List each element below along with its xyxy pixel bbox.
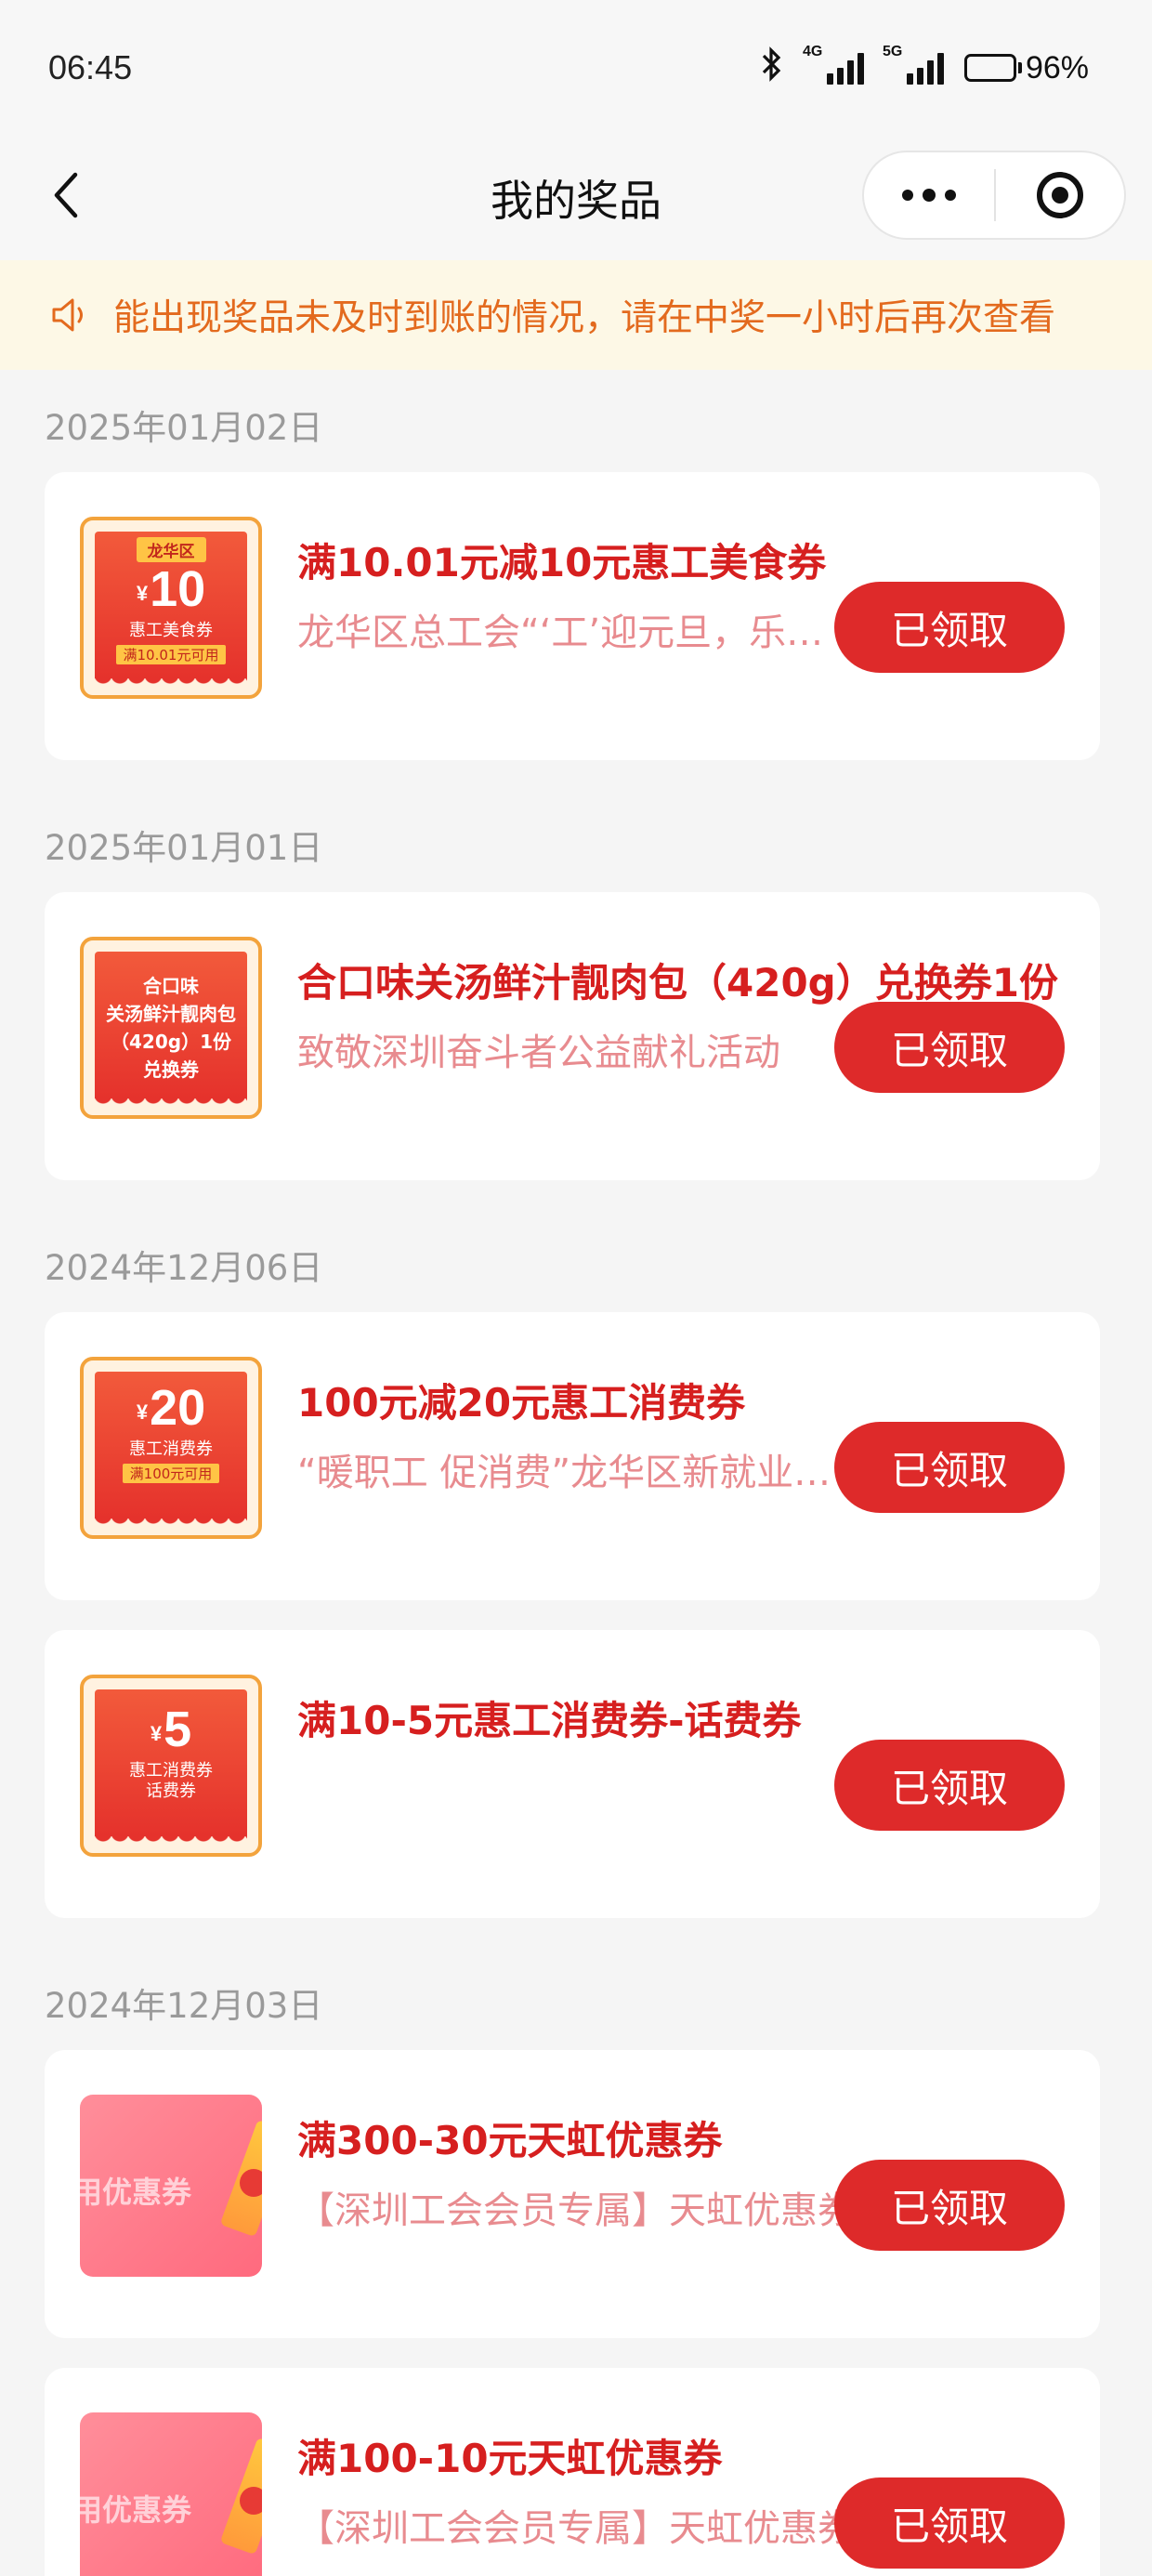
speaker-icon bbox=[50, 292, 97, 338]
notice-bar: 能出现奖品未及时到账的情况，请在中奖一小时后再次查看 bbox=[0, 260, 1152, 370]
coupon-amount: ¥20 bbox=[136, 1380, 206, 1436]
coupon-name-2: 话费券 bbox=[146, 1781, 196, 1801]
prize-title: 100元减20元惠工消费券 bbox=[297, 1380, 746, 1426]
prize-title: 满10-5元惠工消费券-话费券 bbox=[297, 1698, 802, 1743]
prize-title: 满100-10元天虹优惠券 bbox=[297, 2436, 723, 2481]
prize-title: 满10.01元减10元惠工美食券 bbox=[297, 540, 827, 585]
coupon-name: 惠工美食券 bbox=[129, 621, 213, 640]
prize-card[interactable]: 合口味 关汤鲜汁靓肉包 （420g）1份 兑换券 合口味关汤鲜汁靓肉包（420g… bbox=[45, 892, 1100, 1180]
coupon-image-text: 用优惠券 bbox=[80, 2492, 192, 2528]
prize-card[interactable]: 用优惠券 满300-30元天虹优惠券 【深圳工会会员专属】天虹优惠券 已领取 bbox=[45, 2050, 1100, 2338]
nav-bar: 我的奖品 bbox=[0, 139, 1152, 260]
coupon-tag: 龙华区 bbox=[136, 537, 206, 562]
prize-card[interactable]: ¥20 惠工消费券 满100元可用 100元减20元惠工消费券 “暖职工 促消费… bbox=[45, 1312, 1100, 1600]
coupon-thumbnail: ¥20 惠工消费券 满100元可用 bbox=[80, 1357, 262, 1539]
group-date: 2024年12月06日 bbox=[45, 1248, 323, 1288]
status-bar: 06:45 4G 5G 96% bbox=[0, 0, 1152, 139]
coupon-image: 用优惠券 bbox=[80, 2412, 262, 2576]
coupon-line: 合口味 bbox=[143, 975, 199, 997]
coupon-name: 惠工消费券 bbox=[129, 1439, 213, 1459]
coupon-line: 兑换券 bbox=[143, 1058, 199, 1081]
coupon-condition: 满100元可用 bbox=[122, 1464, 220, 1483]
coupon-line: （420g）1份 bbox=[111, 1031, 231, 1053]
close-mini-program-button[interactable] bbox=[996, 152, 1124, 238]
coupon-thumbnail: 合口味 关汤鲜汁靓肉包 （420g）1份 兑换券 bbox=[80, 937, 262, 1119]
more-dots-icon bbox=[902, 190, 913, 201]
claimed-button[interactable]: 已领取 bbox=[834, 582, 1065, 673]
prize-subtitle: 【深圳工会会员专属】天虹优惠券 bbox=[297, 2507, 855, 2550]
coupon-name: 惠工消费券 bbox=[129, 1761, 213, 1781]
coupon-thumbnail: 龙华区 ¥10 惠工美食券 满10.01元可用 bbox=[80, 517, 262, 699]
prize-subtitle: 致敬深圳奋斗者公益献礼活动 bbox=[297, 1032, 780, 1074]
group-date: 2025年01月02日 bbox=[45, 408, 323, 448]
coupon-amount: ¥5 bbox=[150, 1702, 192, 1757]
prize-card[interactable]: 用优惠券 满100-10元天虹优惠券 【深圳工会会员专属】天虹优惠券 已领取 bbox=[45, 2368, 1100, 2576]
prize-card[interactable]: 龙华区 ¥10 惠工美食券 满10.01元可用 满10.01元减10元惠工美食券… bbox=[45, 472, 1100, 760]
claimed-button[interactable]: 已领取 bbox=[834, 1422, 1065, 1513]
coupon-image-text: 用优惠券 bbox=[80, 2175, 192, 2210]
more-button[interactable] bbox=[864, 152, 994, 238]
claimed-button[interactable]: 已领取 bbox=[834, 1740, 1065, 1831]
coupon-condition: 满10.01元可用 bbox=[115, 645, 227, 664]
claimed-button[interactable]: 已领取 bbox=[834, 2477, 1065, 2569]
target-icon bbox=[1037, 172, 1083, 218]
claimed-button[interactable]: 已领取 bbox=[834, 2160, 1065, 2251]
claimed-button[interactable]: 已领取 bbox=[834, 1002, 1065, 1093]
coupon-thumbnail: ¥5 惠工消费券 话费券 bbox=[80, 1675, 262, 1857]
signal-4g-icon: 4G bbox=[803, 44, 864, 85]
battery-icon bbox=[963, 54, 1022, 82]
mini-program-capsule bbox=[862, 151, 1126, 240]
notice-text: 能出现奖品未及时到账的情况，请在中奖一小时后再次查看 bbox=[113, 297, 1056, 339]
prize-subtitle: 【深圳工会会员专属】天虹优惠券 bbox=[297, 2189, 855, 2232]
prize-title: 合口味关汤鲜汁靓肉包（420g）兑换券1份 bbox=[297, 960, 1058, 1005]
prize-card[interactable]: ¥5 惠工消费券 话费券 满10-5元惠工消费券-话费券 已领取 bbox=[45, 1630, 1100, 1918]
prize-subtitle: “暖职工 促消费”龙华区新就业形态劳动者 bbox=[297, 1452, 860, 1494]
prize-subtitle: 龙华区总工会“‘工’迎元旦，乐享美食”活动 bbox=[297, 611, 860, 654]
coupon-amount: ¥10 bbox=[136, 561, 206, 617]
coupon-line: 关汤鲜汁靓肉包 bbox=[106, 1003, 236, 1025]
coupon-image: 用优惠券 bbox=[80, 2095, 262, 2277]
status-icons: 4G 5G 96% bbox=[760, 44, 1089, 90]
bluetooth-icon bbox=[760, 46, 784, 90]
group-date: 2025年01月01日 bbox=[45, 828, 323, 868]
status-time: 06:45 bbox=[48, 48, 133, 86]
group-date: 2024年12月03日 bbox=[45, 1986, 323, 2026]
prize-title: 满300-30元天虹优惠券 bbox=[297, 2118, 723, 2163]
battery-percent: 96% bbox=[1025, 49, 1089, 85]
signal-5g-icon: 5G bbox=[883, 44, 944, 85]
